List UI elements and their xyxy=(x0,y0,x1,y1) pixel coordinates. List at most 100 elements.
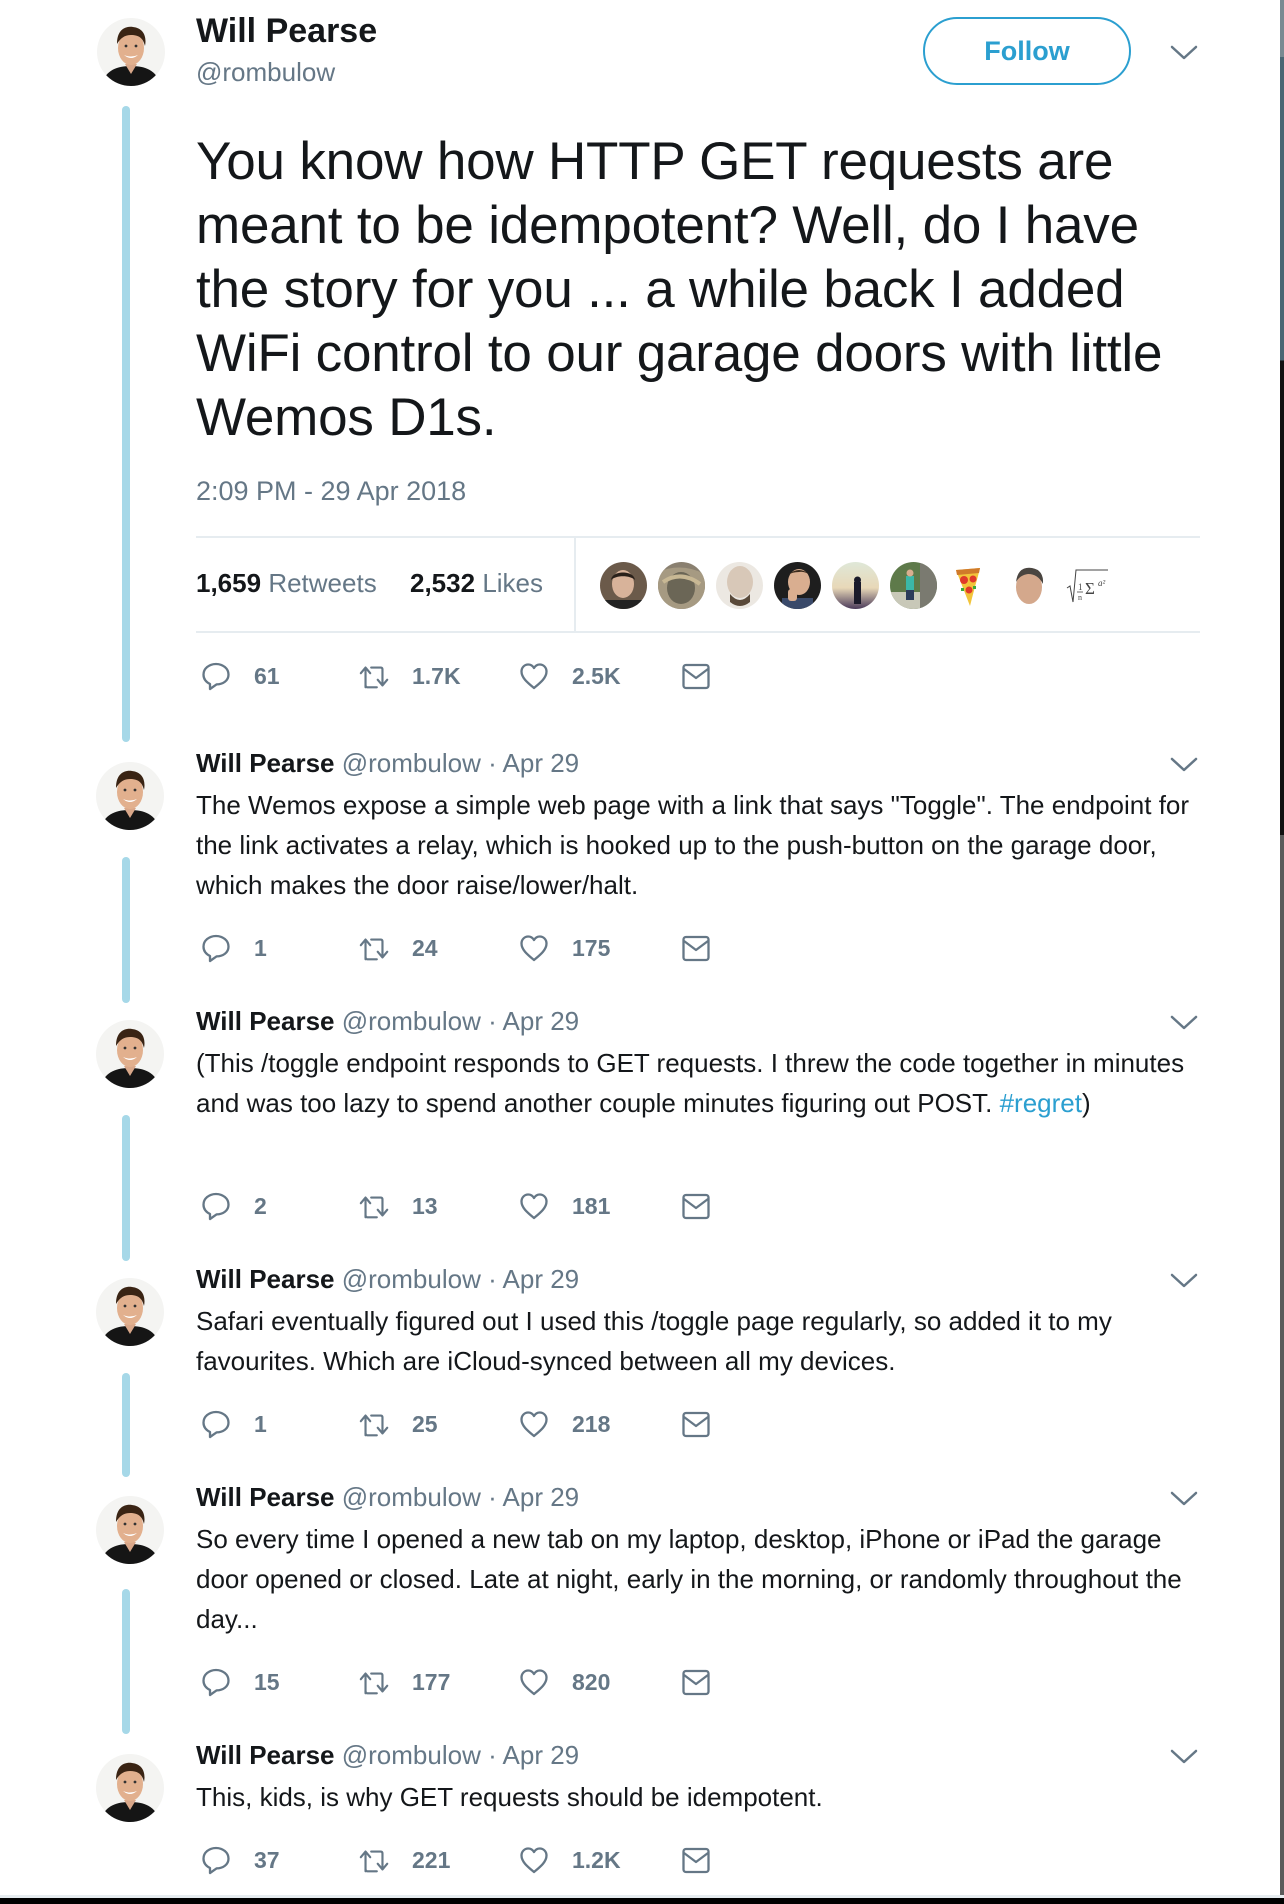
like-button[interactable]: 175 xyxy=(518,931,610,965)
thread-line xyxy=(122,1115,130,1261)
reply-button[interactable]: 61 xyxy=(200,659,280,693)
retweet-count: 13 xyxy=(412,1192,438,1219)
like-count: 175 xyxy=(572,934,611,961)
like-button[interactable]: 181 xyxy=(518,1189,610,1223)
like-count: 820 xyxy=(572,1668,611,1695)
mail-icon xyxy=(680,1190,712,1222)
reply-author-name[interactable]: Will Pearse xyxy=(196,1006,335,1036)
reply-date[interactable]: · Apr 29 xyxy=(488,748,579,778)
like-button[interactable]: 218 xyxy=(518,1407,610,1441)
reply-button[interactable]: 1 xyxy=(200,1407,267,1441)
like-stat[interactable]: 2,532 Likes xyxy=(410,568,543,599)
reply-author-handle[interactable]: @rombulow xyxy=(342,748,481,778)
reply-count: 61 xyxy=(254,662,280,689)
reply-avatar[interactable] xyxy=(96,1754,164,1822)
chevron-down-icon[interactable] xyxy=(1170,757,1198,773)
reply-author-name[interactable]: Will Pearse xyxy=(196,1740,335,1770)
reply-text: So every time I opened a new tab on my l… xyxy=(196,1524,1182,1634)
reply-author-handle[interactable]: @rombulow xyxy=(342,1740,481,1770)
retweet-count: 1.7K xyxy=(412,662,461,689)
reply-author-name[interactable]: Will Pearse xyxy=(196,748,335,778)
direct-message-button[interactable] xyxy=(680,1665,712,1699)
chevron-down-icon[interactable] xyxy=(1170,1749,1198,1765)
like-count: 2,532 xyxy=(410,568,476,598)
retweet-button[interactable]: 13 xyxy=(358,1189,438,1223)
reply-header: Will Pearse @rombulow · Apr 29 xyxy=(196,1740,579,1771)
liker-avatar-3[interactable] xyxy=(716,562,763,609)
like-button[interactable]: 1.2K xyxy=(518,1843,621,1877)
chevron-down-icon[interactable] xyxy=(1170,1015,1198,1031)
retweet-button[interactable]: 177 xyxy=(358,1665,450,1699)
reply-text: This, kids, is why GET requests should b… xyxy=(196,1782,823,1812)
chevron-down-icon[interactable] xyxy=(1170,1273,1198,1289)
liker-avatar-1[interactable] xyxy=(600,562,647,609)
reply-avatar[interactable] xyxy=(96,1020,164,1088)
reply-author-handle[interactable]: @rombulow xyxy=(342,1264,481,1294)
main-tweet-text: You know how HTTP GET requests are meant… xyxy=(196,132,1163,447)
reply-button[interactable]: 37 xyxy=(200,1843,280,1877)
thread-line xyxy=(122,857,130,1003)
reply-avatar[interactable] xyxy=(96,1496,164,1564)
liker-avatar-2[interactable] xyxy=(658,562,705,609)
svg-text:Σ: Σ xyxy=(1085,579,1095,598)
direct-message-button[interactable] xyxy=(680,1407,712,1441)
main-tweet-actions: 61 1.7K 2.5K xyxy=(200,659,700,693)
heart-icon xyxy=(518,660,550,692)
reply-count: 2 xyxy=(254,1192,267,1219)
retweet-label: Retweets xyxy=(268,568,377,598)
heart-icon xyxy=(518,1844,550,1876)
liker-avatar-5[interactable] xyxy=(832,562,879,609)
stats-divider xyxy=(574,538,576,631)
reply-avatar[interactable] xyxy=(96,1278,164,1346)
retweet-icon xyxy=(358,932,390,964)
reply-icon xyxy=(200,1666,232,1698)
direct-message-button[interactable] xyxy=(680,659,712,693)
reply-date[interactable]: · Apr 29 xyxy=(488,1740,579,1770)
like-count: 181 xyxy=(572,1192,611,1219)
like-button[interactable]: 820 xyxy=(518,1665,610,1699)
retweet-stat[interactable]: 1,659 Retweets xyxy=(196,568,377,599)
liker-avatar-math-formula[interactable]: 1 n Σa² xyxy=(1064,562,1111,609)
liker-avatar-pizza[interactable] xyxy=(948,562,995,609)
retweet-button[interactable]: 1.7K xyxy=(358,659,461,693)
liker-avatar-6[interactable] xyxy=(890,562,937,609)
reply-date[interactable]: · Apr 29 xyxy=(488,1264,579,1294)
hashtag-link[interactable]: #regret xyxy=(1000,1088,1082,1118)
chevron-down-icon[interactable] xyxy=(1170,1491,1198,1507)
reply-icon xyxy=(200,1190,232,1222)
direct-message-button[interactable] xyxy=(680,1189,712,1223)
reply-author-handle[interactable]: @rombulow xyxy=(342,1006,481,1036)
retweet-icon xyxy=(358,1666,390,1698)
direct-message-button[interactable] xyxy=(680,1843,712,1877)
retweet-button[interactable]: 24 xyxy=(358,931,438,965)
author-avatar[interactable] xyxy=(97,18,165,86)
reply-button[interactable]: 15 xyxy=(200,1665,280,1699)
reply-date[interactable]: · Apr 29 xyxy=(488,1482,579,1512)
reply-actions: 37 221 1.2K xyxy=(200,1843,700,1877)
chevron-down-icon[interactable] xyxy=(1170,45,1198,61)
reply-avatar[interactable] xyxy=(96,762,164,830)
reply-button[interactable]: 2 xyxy=(200,1189,267,1223)
follow-button[interactable]: Follow xyxy=(923,17,1131,85)
author-name[interactable]: Will Pearse xyxy=(196,12,377,51)
author-handle[interactable]: @rombulow xyxy=(196,57,335,88)
reply-count: 1 xyxy=(254,1410,267,1437)
reply-author-name[interactable]: Will Pearse xyxy=(196,1264,335,1294)
reply-header: Will Pearse @rombulow · Apr 29 xyxy=(196,1006,579,1037)
reply-author-name[interactable]: Will Pearse xyxy=(196,1482,335,1512)
retweet-button[interactable]: 25 xyxy=(358,1407,438,1441)
main-tweet-timestamp[interactable]: 2:09 PM - 29 Apr 2018 xyxy=(196,476,466,507)
liker-avatar-8[interactable] xyxy=(1006,562,1053,609)
retweet-button[interactable]: 221 xyxy=(358,1843,450,1877)
retweet-count: 177 xyxy=(412,1668,451,1695)
window-edge-bottom xyxy=(0,1898,1284,1904)
liker-avatar-4[interactable] xyxy=(774,562,821,609)
reply-text: Safari eventually figured out I used thi… xyxy=(196,1306,1112,1376)
like-count: 2.5K xyxy=(572,662,621,689)
reply-author-handle[interactable]: @rombulow xyxy=(342,1482,481,1512)
like-button[interactable]: 2.5K xyxy=(518,659,621,693)
reply-date[interactable]: · Apr 29 xyxy=(488,1006,579,1036)
retweet-icon xyxy=(358,660,390,692)
reply-button[interactable]: 1 xyxy=(200,931,267,965)
direct-message-button[interactable] xyxy=(680,931,712,965)
